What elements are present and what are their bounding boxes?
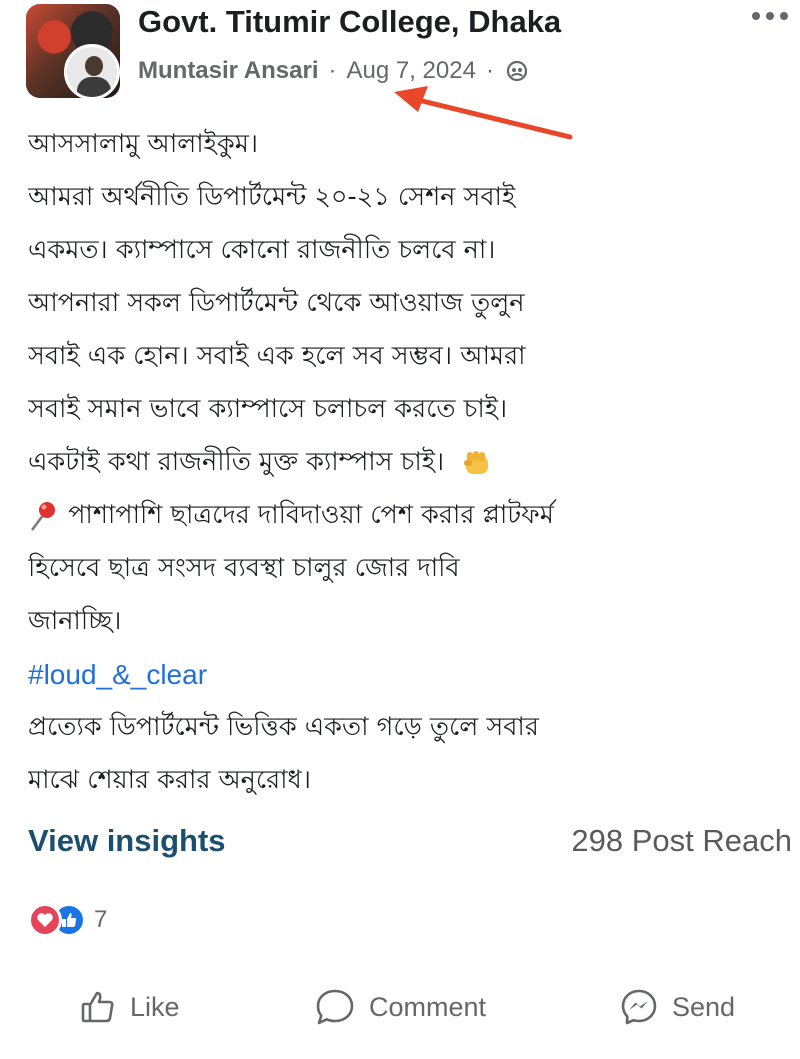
post-line: হিসেবে ছাত্র সংসদ ব্যবস্থা চালুর জোর দাব… — [28, 553, 460, 583]
like-button[interactable]: Like — [80, 978, 180, 1036]
members-icon — [506, 60, 528, 82]
post-line: সবাই এক হোন। সবাই এক হলে সব সম্ভব। আমরা — [28, 341, 526, 371]
hashtag-link[interactable]: #loud_&_clear — [28, 648, 788, 701]
view-insights-link[interactable]: View insights — [28, 823, 226, 859]
dot-icon — [780, 12, 788, 20]
post-line: আমরা অর্থনীতি ডিপার্টমেন্ট ২০-২১ সেশন সব… — [28, 182, 516, 212]
reactions-summary[interactable]: 7 — [28, 900, 107, 940]
like-label: Like — [130, 991, 180, 1022]
post-line: সবাই সমান ভাবে ক্যাম্পাসে চলাচল করতে চাই… — [28, 394, 508, 424]
group-name-link[interactable]: Govt. Titumir College, Dhaka — [138, 4, 561, 40]
post-line-text: পাশাপাশি ছাত্রদের দাবিদাওয়া পেশ করার প্… — [68, 500, 554, 530]
post-line-with-emoji: পাশাপাশি ছাত্রদের দাবিদাওয়া পেশ করার প্… — [28, 489, 788, 542]
insights-row: View insights 298 Post Reach — [28, 823, 792, 869]
comment-button[interactable]: Comment — [315, 978, 486, 1036]
thumbs-up-icon — [81, 991, 114, 1023]
avatar-head — [85, 56, 103, 76]
post-line: জানাচ্ছি। — [28, 606, 122, 636]
post-line: আপনারা সকল ডিপার্টমেন্ট থেকে আওয়াজ তুলু… — [28, 288, 525, 318]
post-line: একমত। ক্যাম্পাসে কোনো রাজনীতি চলবে না। — [28, 235, 496, 265]
post-text: আসসালামু আলাইকুম। আমরা অর্থনীতি ডিপার্টম… — [28, 118, 788, 807]
post-line: মাঝে শেয়ার করার অনুরোধ। — [28, 765, 311, 795]
dot-icon — [752, 12, 760, 20]
more-options-icon[interactable] — [752, 12, 792, 26]
love-icon — [28, 903, 62, 937]
send-label: Send — [672, 991, 736, 1022]
reaction-count: 7 — [94, 906, 108, 933]
avatar-body — [77, 77, 111, 97]
meta-separator: · — [328, 57, 337, 84]
pushpin-icon — [31, 502, 55, 531]
comment-icon — [316, 989, 354, 1025]
action-bar: Like Comment Send — [0, 978, 800, 1036]
post-line-text: একটাই কথা রাজনীতি মুক্ত ক্যাম্পাস চাই। — [28, 447, 445, 477]
post-line: প্রত্যেক ডিপার্টমেন্ট ভিত্তিক একতা গড়ে … — [28, 712, 539, 742]
dot-icon — [766, 12, 774, 20]
send-button[interactable]: Send — [620, 978, 735, 1036]
author-name-link[interactable]: Muntasir Ansari — [138, 57, 318, 85]
post-line-with-emoji: একটাই কথা রাজনীতি মুক্ত ক্যাম্পাস চাই। — [28, 436, 788, 489]
messenger-icon — [621, 989, 657, 1025]
post-line: আসসালামু আলাইকুম। — [28, 129, 259, 159]
author-avatar[interactable] — [64, 44, 120, 100]
post-reach-count: 298 Post Reach — [571, 823, 792, 858]
raised-fist-icon — [464, 451, 489, 474]
comment-label: Comment — [369, 991, 487, 1022]
